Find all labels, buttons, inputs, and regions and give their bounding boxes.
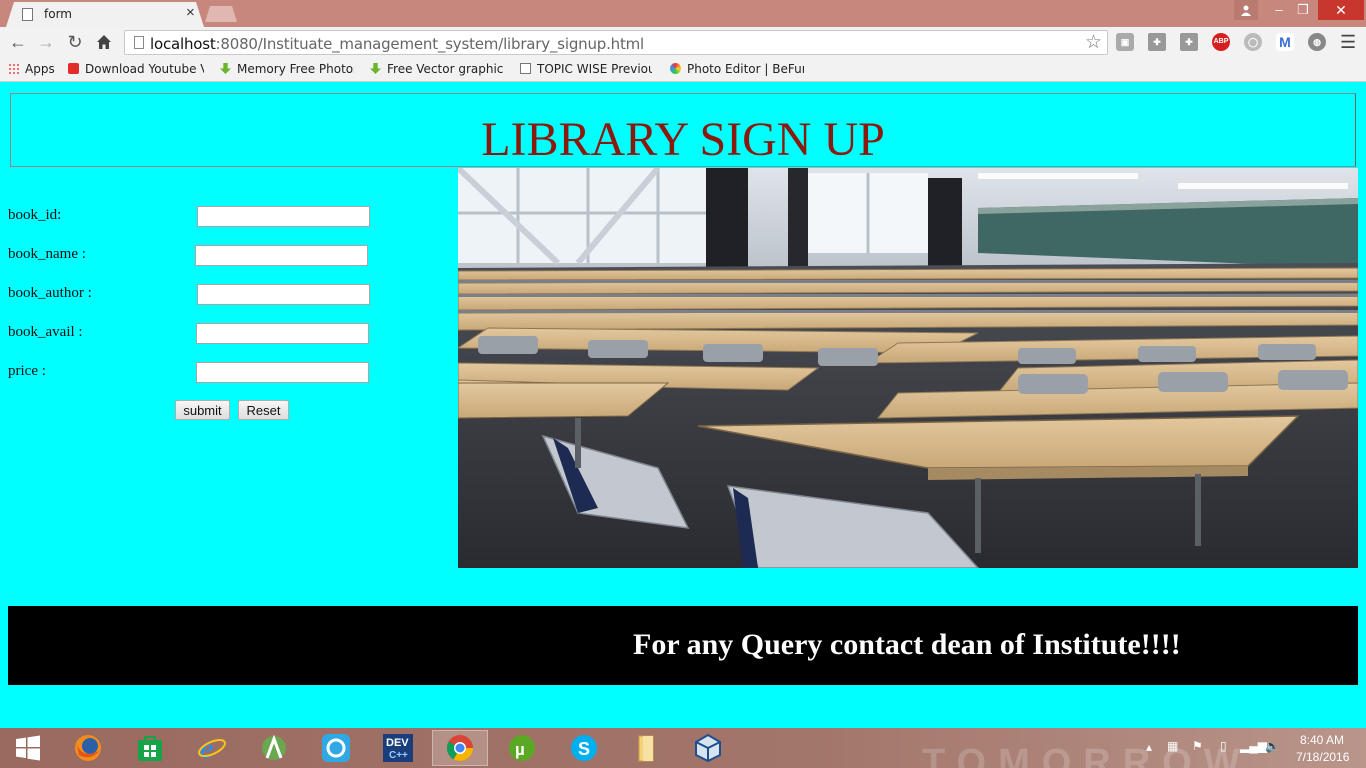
book-name-input[interactable] (195, 245, 368, 266)
book-id-input[interactable] (197, 206, 370, 227)
page-info-icon[interactable] (134, 36, 144, 49)
bookmark-memory-free-photos[interactable]: Memory Free Photos f (220, 62, 354, 76)
internet-explorer-icon[interactable]: e (184, 730, 240, 766)
befunky-icon (670, 63, 681, 74)
classroom-image (458, 168, 1358, 568)
firefox-icon[interactable] (60, 730, 116, 766)
user-profile-icon[interactable] (1234, 0, 1258, 20)
devcpp-icon[interactable]: DEV C++ (370, 730, 426, 766)
shareit-icon[interactable] (308, 730, 364, 766)
tray-up-arrow-icon[interactable]: ▴ (1146, 740, 1152, 754)
minimize-button[interactable]: – (1268, 0, 1290, 20)
chrome-icon[interactable] (432, 730, 488, 766)
url-text[interactable]: localhost:8080/Instituate_management_sys… (150, 35, 644, 53)
puzzle-icon[interactable]: ✚ (1148, 33, 1166, 51)
network-signal-icon[interactable]: ▂▄▆ (1240, 739, 1267, 753)
windows-store-icon[interactable] (122, 730, 178, 766)
reset-button[interactable]: Reset (238, 400, 289, 420)
restore-button[interactable]: ❐ (1292, 0, 1314, 20)
browser-toolbar: ← → ↻ localhost:8080/Instituate_manageme… (0, 27, 1366, 58)
book-author-label: book_author : (8, 285, 92, 301)
clock-date[interactable]: 7/18/2016 (1296, 750, 1349, 764)
close-window-button[interactable]: ✕ (1318, 0, 1364, 20)
tab-title: form (44, 7, 72, 21)
android-studio-icon[interactable] (246, 730, 302, 766)
book-avail-input[interactable] (196, 323, 369, 344)
volume-icon[interactable]: 🔈 (1265, 739, 1280, 753)
utorrent-icon[interactable]: µ (494, 730, 550, 766)
close-tab-icon[interactable]: × (186, 4, 195, 21)
reload-icon[interactable]: ↻ (63, 31, 87, 53)
bookmark-befunky[interactable]: Photo Editor | BeFunk (670, 62, 804, 76)
home-icon[interactable] (92, 31, 116, 53)
form-row-book-name: book_name : (8, 242, 448, 266)
adblock-plus-icon[interactable]: ABP (1212, 33, 1230, 51)
bookmark-star-icon[interactable]: ☆ (1085, 31, 1102, 54)
page-content: LIBRARY SIGN UP book_id: book_name : boo… (0, 83, 1366, 728)
book-author-input[interactable] (197, 284, 370, 305)
clock-time[interactable]: 8:40 AM (1300, 733, 1344, 747)
globe-icon[interactable]: ◍ (1308, 33, 1326, 51)
bookmark-youtube[interactable]: Download Youtube Vi (68, 62, 204, 76)
battery-icon[interactable]: ▯ (1220, 739, 1227, 753)
svg-text:S: S (578, 739, 590, 759)
footer-banner: For any Query contact dean of Institute!… (8, 606, 1358, 685)
footer-contact-text: For any Query contact dean of Institute!… (633, 628, 1181, 661)
new-tab-button[interactable] (205, 6, 237, 22)
address-bar[interactable]: localhost:8080/Instituate_management_sys… (124, 30, 1108, 55)
page-icon (22, 8, 33, 21)
action-center-flag-icon[interactable]: ⚑ (1192, 739, 1203, 753)
price-input[interactable] (196, 362, 369, 383)
bookmark-free-vector[interactable]: Free Vector graphic ar (370, 62, 504, 76)
svg-text:µ: µ (515, 740, 525, 759)
back-arrow-icon[interactable]: ← (6, 31, 30, 53)
bookmarks-bar: Apps Download Youtube Vi Memory Free Pho… (0, 58, 1366, 82)
price-label: price : (8, 363, 46, 379)
gmail-icon[interactable]: M (1276, 33, 1294, 51)
page-header: LIBRARY SIGN UP (10, 93, 1356, 167)
bookmark-topic-wise[interactable]: TOPIC WISE Previous (520, 62, 652, 76)
download-arrow-icon (220, 63, 231, 74)
form-row-price: price : (8, 359, 448, 383)
browser-tab[interactable]: form × (6, 2, 204, 27)
bookmark-apps[interactable]: Apps (8, 62, 60, 76)
tray-desktop-icon[interactable]: ▦ (1167, 739, 1178, 753)
circle-icon[interactable]: ◯ (1244, 33, 1262, 51)
book-avail-label: book_avail : (8, 324, 83, 340)
menu-icon[interactable]: ☰ (1340, 32, 1356, 53)
page-icon (520, 63, 531, 74)
windows-start-icon[interactable] (0, 730, 56, 766)
youtube-icon (68, 63, 79, 74)
windows-taskbar: TOMORROW e DEV C++ µ S ▴ ▦ ⚑ ▯ ▂▄▆ 🔈 8:40… (0, 728, 1366, 768)
svg-text:C++: C++ (389, 750, 408, 761)
page-title: LIBRARY SIGN UP (481, 113, 885, 166)
submit-button[interactable]: submit (175, 400, 230, 420)
apps-icon (8, 63, 19, 74)
form-row-book-avail: book_avail : (8, 320, 448, 344)
file-explorer-icon[interactable] (618, 730, 674, 766)
book-name-label: book_name : (8, 246, 86, 262)
forward-arrow-icon[interactable]: → (34, 31, 58, 53)
download-arrow-icon (370, 63, 381, 74)
window-titlebar: form × – ❐ ✕ (0, 0, 1366, 27)
book-id-label: book_id: (8, 207, 62, 223)
office-icon[interactable]: ▣ (1116, 33, 1134, 51)
form-row-book-id: book_id: (8, 203, 448, 227)
virtualbox-icon[interactable] (680, 730, 736, 766)
form-row-book-author: book_author : (8, 281, 448, 305)
puzzle-icon[interactable]: ✚ (1180, 33, 1198, 51)
svg-text:DEV: DEV (386, 737, 409, 749)
skype-icon[interactable]: S (556, 730, 612, 766)
